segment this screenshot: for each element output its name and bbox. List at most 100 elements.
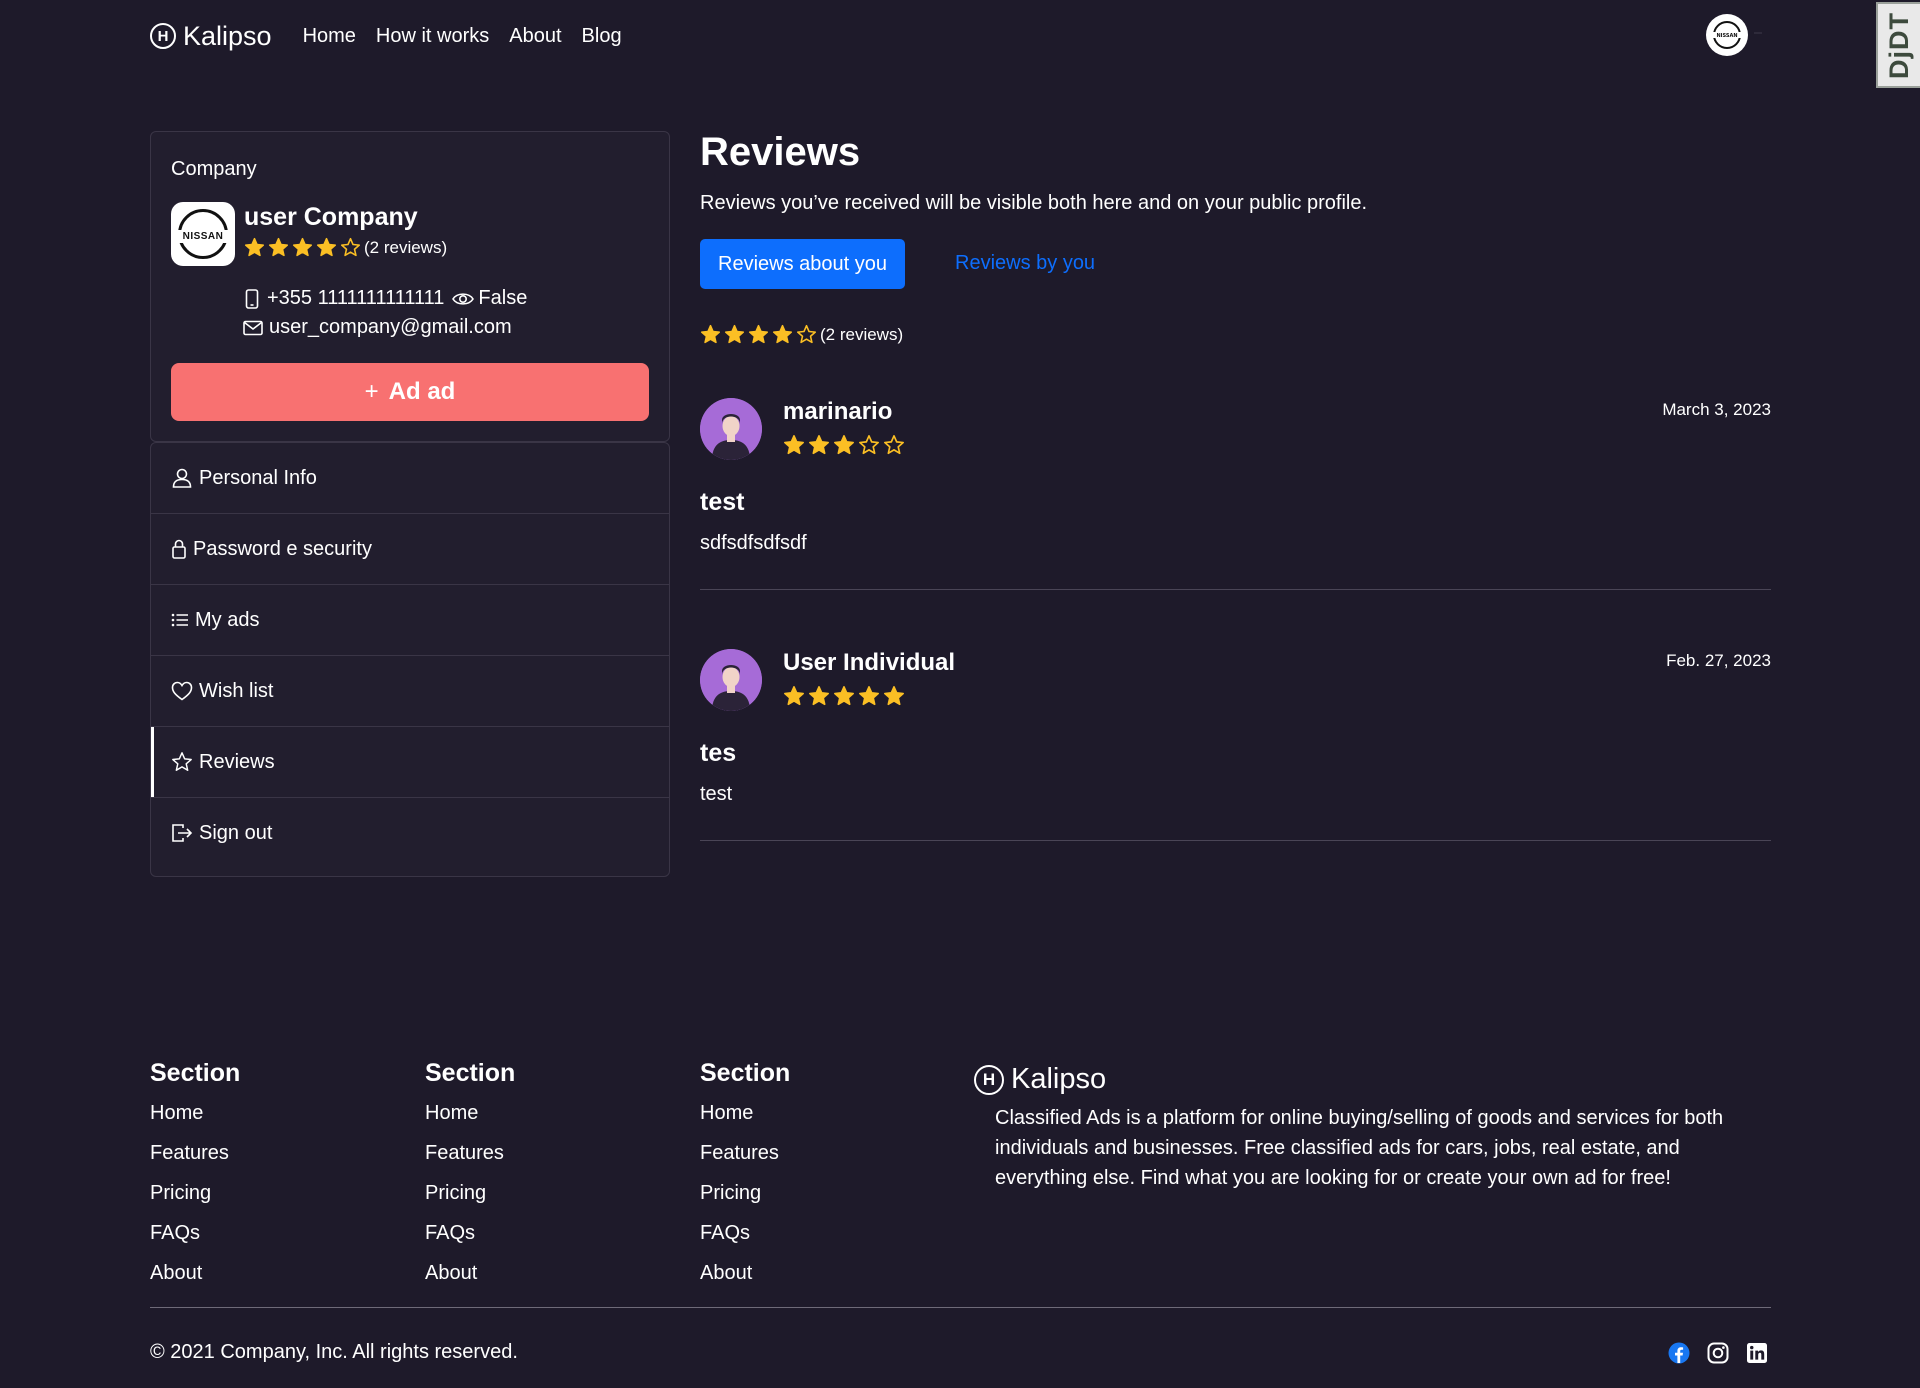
nav-how-it-works[interactable]: How it works (376, 25, 489, 48)
review-item: marinario March 3, 2023 test sdfsdfsdfsd… (700, 398, 1771, 590)
company-logo-text: NISSAN (175, 230, 231, 243)
star-filled-icon (834, 435, 854, 455)
footer-link-faqs[interactable]: FAQs (150, 1221, 240, 1261)
footer-heading: Section (150, 1059, 241, 1087)
menu-item-wish-list[interactable]: Wish list (151, 656, 669, 727)
menu-label-wish-list: Wish list (199, 679, 274, 702)
nav-home[interactable]: Home (303, 25, 356, 48)
footer-link-features[interactable]: Features (150, 1141, 240, 1181)
menu-item-my-ads[interactable]: My ads (151, 585, 669, 656)
footer-link-pricing[interactable]: Pricing (150, 1181, 240, 1221)
star-empty-icon (796, 324, 817, 344)
person-icon (172, 468, 192, 488)
email-address: user_company@gmail.com (269, 316, 512, 338)
footer-column: Section Home Features Pricing FAQs About (425, 1059, 515, 1301)
star-empty-icon (340, 237, 361, 257)
company-reviews-count: (2 reviews) (364, 237, 448, 257)
company-email: user_company@gmail.com (243, 316, 512, 339)
footer-link-pricing[interactable]: Pricing (700, 1181, 790, 1221)
eye-icon (452, 292, 475, 305)
nissan-logo-text: NISSAN (1716, 33, 1737, 39)
overall-rating: (2 reviews) (700, 324, 903, 345)
page-title: Reviews (700, 130, 861, 174)
review-title: test (700, 488, 745, 516)
top-nav: H Kalipso Home How it works About Blog (150, 18, 622, 54)
footer-link-home[interactable]: Home (425, 1101, 515, 1141)
company-logo: NISSAN (171, 202, 235, 266)
heart-icon (171, 681, 193, 701)
phone-visibility: False (452, 287, 527, 310)
dropdown-caret-icon[interactable] (1754, 32, 1762, 34)
menu-item-sign-out[interactable]: Sign out (151, 798, 669, 868)
review-rating-stars (783, 434, 905, 456)
footer-link-home[interactable]: Home (150, 1101, 240, 1141)
menu-label-sign-out: Sign out (199, 821, 273, 844)
footer-column: Section Home Features Pricing FAQs About (700, 1059, 790, 1301)
review-body: sdfsdfsdfsdf (700, 532, 807, 554)
star-filled-icon (784, 686, 804, 706)
nav-about[interactable]: About (509, 25, 561, 48)
nissan-logo-icon: NISSAN (1712, 21, 1742, 49)
footer-link-faqs[interactable]: FAQs (425, 1221, 515, 1261)
footer-link-about[interactable]: About (150, 1261, 240, 1301)
review-item: User Individual Feb. 27, 2023 tes test (700, 649, 1771, 841)
footer-link-faqs[interactable]: FAQs (700, 1221, 790, 1261)
star-icon (172, 752, 192, 771)
star-filled-icon (809, 686, 829, 706)
star-filled-icon (292, 237, 313, 257)
envelope-icon (243, 320, 263, 335)
person-avatar-icon (700, 398, 762, 460)
company-phone: +355 1111111111111 False (245, 287, 527, 310)
star-filled-icon (268, 237, 289, 257)
star-filled-icon (724, 324, 745, 344)
company-heading: Company (171, 158, 257, 180)
add-ad-button[interactable]: + Ad ad (171, 363, 649, 421)
menu-item-personal-info[interactable]: Personal Info (151, 443, 669, 514)
tab-reviews-about-you[interactable]: Reviews about you (700, 239, 905, 289)
nav-blog[interactable]: Blog (582, 25, 622, 48)
menu-label-password: Password e security (193, 537, 372, 560)
footer-column: Section Home Features Pricing FAQs About (150, 1059, 240, 1301)
footer-brand: H Kalipso (974, 1063, 1106, 1096)
star-filled-icon (772, 324, 793, 344)
footer-brand-name: Kalipso (1011, 1063, 1107, 1095)
debug-toolbar-handle[interactable]: DjDT (1876, 2, 1920, 88)
user-avatar[interactable]: NISSAN (1706, 14, 1748, 56)
footer-link-pricing[interactable]: Pricing (425, 1181, 515, 1221)
footer-link-home[interactable]: Home (700, 1101, 790, 1141)
footer-link-features[interactable]: Features (425, 1141, 515, 1181)
facebook-icon[interactable] (1668, 1342, 1690, 1364)
brand-link[interactable]: H Kalipso (150, 21, 272, 52)
phone-icon (245, 288, 259, 309)
footer-link-features[interactable]: Features (700, 1141, 790, 1181)
star-filled-icon (859, 686, 879, 706)
star-filled-icon (316, 237, 337, 257)
company-rating-stars (244, 237, 361, 258)
menu-item-reviews[interactable]: Reviews (151, 727, 669, 798)
menu-label-my-ads: My ads (195, 608, 260, 631)
phone-visibility-value: False (478, 287, 528, 309)
debug-toolbar-label: DjDT (1883, 11, 1914, 79)
review-date: Feb. 27, 2023 (1666, 651, 1771, 670)
main-nav: Home How it works About Blog (303, 25, 622, 48)
company-name: user Company (244, 203, 418, 231)
linkedin-icon[interactable] (1746, 1342, 1768, 1364)
plus-icon: + (364, 378, 379, 405)
brand-name: Kalipso (183, 20, 272, 51)
footer-description: Classified Ads is a platform for online … (995, 1107, 1724, 1189)
overall-rating-stars (700, 324, 817, 345)
menu-item-password[interactable]: Password e security (151, 514, 669, 585)
list-icon (171, 613, 188, 627)
tab-reviews-by-you[interactable]: Reviews by you (955, 252, 1095, 275)
star-filled-icon (834, 686, 854, 706)
review-rating-stars (783, 685, 905, 707)
brand-logo-icon: H (974, 1064, 1004, 1095)
review-title: tes (700, 739, 737, 767)
add-ad-label: Ad ad (388, 378, 456, 405)
account-menu: Personal Info Password e security My ads… (150, 442, 670, 877)
footer-link-about[interactable]: About (700, 1261, 790, 1301)
footer-link-about[interactable]: About (425, 1261, 515, 1301)
instagram-icon[interactable] (1707, 1342, 1729, 1364)
reviewer-avatar (700, 398, 762, 460)
footer-heading: Section (425, 1059, 516, 1087)
